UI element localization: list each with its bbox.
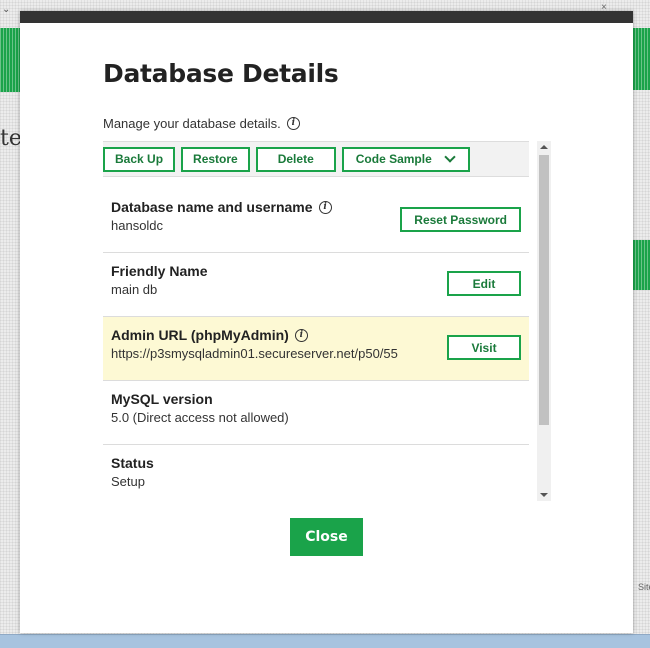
scrollbar-thumb[interactable] <box>539 155 549 425</box>
list-item-database-name: Database name and username i hansoldc Re… <box>103 189 529 253</box>
subtitle-text: Manage your database details. <box>103 116 281 131</box>
background-page-text: te <box>0 126 22 151</box>
subtitle: Manage your database details. i <box>103 116 300 131</box>
code-sample-label: Code Sample <box>355 152 432 166</box>
toolbar: Back Up Restore Delete Code Sample <box>103 141 529 177</box>
info-icon[interactable]: i <box>286 117 300 130</box>
background-banner-right <box>632 28 650 90</box>
row-label: MySQL version <box>111 391 521 407</box>
restore-button[interactable]: Restore <box>181 146 250 172</box>
row-label-text: Database name and username <box>111 199 313 215</box>
row-value: Setup <box>111 474 145 489</box>
delete-button[interactable]: Delete <box>255 146 336 172</box>
row-label-text: Admin URL (phpMyAdmin) <box>111 327 289 343</box>
row-label: Status <box>111 455 521 471</box>
page-title: Database Details <box>103 59 339 88</box>
row-label-text: Friendly Name <box>111 263 208 279</box>
background-banner-left <box>0 28 20 92</box>
scrollbar[interactable] <box>537 141 551 501</box>
visit-button[interactable]: Visit <box>447 335 521 360</box>
database-details-modal: Database Details Manage your database de… <box>20 11 633 633</box>
scroll-up-arrow-icon[interactable] <box>540 145 548 149</box>
info-icon[interactable]: i <box>318 200 332 214</box>
details-panel: Back Up Restore Delete Code Sample Datab… <box>103 141 551 501</box>
details-list: Database name and username i hansoldc Re… <box>103 189 529 501</box>
info-icon[interactable]: i <box>294 328 308 342</box>
row-label-text: Status <box>111 455 154 471</box>
row-label-text: MySQL version <box>111 391 213 407</box>
close-button[interactable]: Close <box>290 518 363 556</box>
list-item-admin-url: Admin URL (phpMyAdmin) i https://p3smysq… <box>103 317 529 381</box>
scroll-down-arrow-icon[interactable] <box>540 493 548 497</box>
taskbar <box>0 634 650 648</box>
row-value: 5.0 (Direct access not allowed) <box>111 410 289 425</box>
background-banner-right-2 <box>632 240 650 290</box>
background-chevron-icon: ⌄ <box>2 4 11 15</box>
code-sample-dropdown[interactable]: Code Sample <box>341 146 470 172</box>
edit-button[interactable]: Edit <box>447 271 521 296</box>
modal-top-bar <box>20 11 633 23</box>
back-up-button[interactable]: Back Up <box>103 146 176 172</box>
chevron-down-icon <box>444 151 456 163</box>
list-item-status: Status Setup <box>103 445 529 501</box>
list-item-mysql-version: MySQL version 5.0 (Direct access not all… <box>103 381 529 445</box>
background-side-text: Site <box>638 582 650 592</box>
list-item-friendly-name: Friendly Name main db Edit <box>103 253 529 317</box>
reset-password-button[interactable]: Reset Password <box>400 207 521 232</box>
